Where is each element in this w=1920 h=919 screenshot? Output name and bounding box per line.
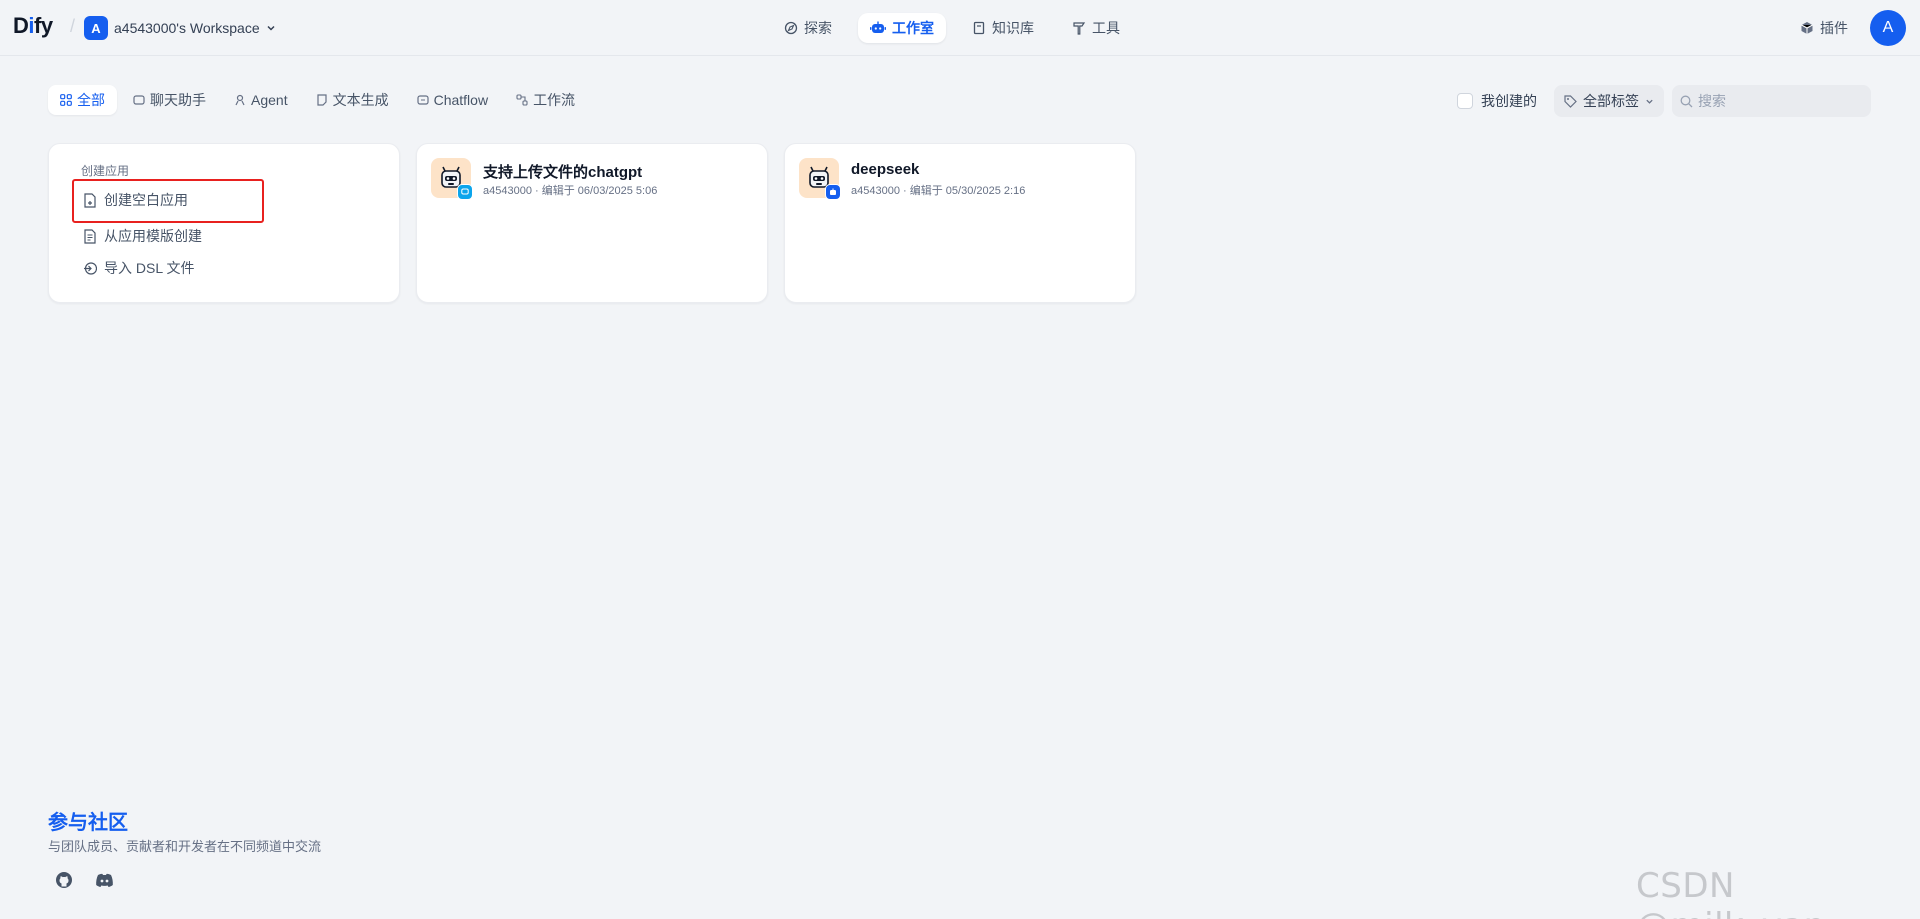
chat-badge-icon — [457, 184, 473, 200]
book-icon — [973, 21, 985, 35]
logo-text-d: D — [13, 13, 29, 38]
workspace-switcher[interactable]: A a4543000's Workspace — [84, 16, 276, 40]
tab-all-label: 全部 — [77, 92, 105, 108]
user-avatar[interactable]: A — [1870, 10, 1906, 46]
tab-agent[interactable]: Agent — [222, 85, 300, 115]
create-from-template-button[interactable]: 从应用模版创建 — [73, 222, 212, 250]
file-plus-icon — [84, 192, 96, 208]
grid-icon — [60, 94, 72, 106]
app-name: deepseek — [851, 161, 920, 178]
tab-text-generation-label: 文本生成 — [332, 92, 389, 108]
chatflow-icon — [416, 95, 429, 105]
nav-studio[interactable]: 工作室 — [858, 13, 946, 43]
chat-icon — [133, 95, 145, 105]
community-title: 参与社区 — [48, 812, 128, 834]
tag-icon — [1564, 94, 1577, 108]
nav-knowledge-label: 知识库 — [992, 20, 1034, 36]
search-icon — [1680, 95, 1693, 107]
tab-all[interactable]: 全部 — [48, 85, 117, 115]
app-meta: a4543000 · 编辑于 06/03/2025 5:06 — [483, 185, 658, 197]
dify-logo[interactable]: Dify — [13, 13, 53, 39]
top-header: Dify / A a4543000's Workspace 探索 工作室 知识库… — [0, 0, 1920, 56]
watermark: CSDN @milk_yan — [1636, 866, 1825, 919]
nav-knowledge[interactable]: 知识库 — [960, 13, 1046, 43]
create-app-card: 创建应用 创建空白应用 从应用模版创建 导入 DSL 文件 — [48, 143, 400, 303]
workflow-icon — [516, 94, 528, 106]
app-card[interactable]: 支持上传文件的chatgpt a4543000 · 编辑于 06/03/2025… — [416, 143, 768, 303]
chevron-down-icon — [1646, 99, 1653, 104]
robot-emoji-icon — [431, 158, 473, 200]
create-blank-app-button[interactable]: 创建空白应用 — [73, 186, 198, 214]
import-icon — [84, 261, 97, 275]
app-author: a4543000 — [851, 185, 900, 197]
plugins-label: 插件 — [1820, 20, 1848, 36]
tag-filter-dropdown[interactable]: 全部标签 — [1554, 85, 1664, 117]
app-type-tabs: 全部 聊天助手 Agent 文本生成 Chatflow 工作流 — [48, 85, 587, 115]
app-edited-time: 编辑于 05/30/2025 2:16 — [909, 185, 1026, 197]
nav-studio-label: 工作室 — [892, 20, 934, 36]
create-from-template-label: 从应用模版创建 — [104, 228, 202, 244]
robot-icon — [870, 21, 886, 33]
breadcrumb-separator: / — [70, 16, 76, 36]
header-divider — [0, 55, 1920, 56]
hammer-icon — [1073, 22, 1086, 35]
tab-chatflow[interactable]: Chatflow — [405, 85, 500, 115]
app-meta: a4543000 · 编辑于 05/30/2025 2:16 — [851, 185, 1026, 197]
template-icon — [84, 228, 96, 244]
agent-icon — [235, 94, 245, 106]
plugins-button[interactable]: 插件 — [1800, 18, 1848, 38]
tab-text-generation[interactable]: 文本生成 — [304, 85, 401, 115]
search-box — [1672, 85, 1871, 117]
github-icon[interactable] — [50, 868, 78, 892]
create-app-title: 创建应用 — [81, 164, 130, 178]
nav-explore-label: 探索 — [804, 20, 832, 36]
created-by-me-filter[interactable]: 我创建的 — [1457, 91, 1537, 111]
cube-icon — [1801, 22, 1813, 34]
main-nav: 探索 工作室 知识库 工具 — [772, 13, 1132, 43]
agent-badge-icon — [825, 184, 841, 200]
list-filters: 我创建的 全部标签 — [1457, 85, 1871, 117]
app-edited-time: 编辑于 06/03/2025 5:06 — [541, 185, 658, 197]
community-description: 与团队成员、贡献者和开发者在不同频道中交流 — [48, 839, 322, 854]
discord-icon[interactable] — [90, 868, 118, 892]
nav-tools-label: 工具 — [1092, 20, 1120, 36]
create-blank-app-label: 创建空白应用 — [104, 192, 188, 208]
app-author: a4543000 — [483, 185, 532, 197]
robot-emoji-icon — [799, 158, 841, 200]
created-by-me-label: 我创建的 — [1481, 93, 1537, 109]
logo-text-fy: fy — [34, 13, 53, 38]
tab-chatflow-label: Chatflow — [433, 92, 489, 108]
tab-workflow[interactable]: 工作流 — [504, 85, 587, 115]
tab-chat-assistant[interactable]: 聊天助手 — [121, 85, 218, 115]
workspace-name: a4543000's Workspace — [114, 20, 260, 36]
chevron-down-icon — [267, 25, 275, 31]
text-icon — [316, 94, 327, 106]
import-dsl-button[interactable]: 导入 DSL 文件 — [73, 254, 205, 282]
import-dsl-label: 导入 DSL 文件 — [104, 260, 195, 276]
nav-explore[interactable]: 探索 — [772, 13, 844, 43]
nav-tools[interactable]: 工具 — [1060, 13, 1132, 43]
tab-agent-label: Agent — [251, 92, 288, 108]
app-name: 支持上传文件的chatgpt — [483, 164, 643, 181]
tag-filter-label: 全部标签 — [1583, 93, 1639, 109]
compass-icon — [784, 21, 798, 35]
tab-workflow-label: 工作流 — [533, 92, 576, 108]
search-input[interactable] — [1698, 93, 1858, 109]
tab-chat-assistant-label: 聊天助手 — [150, 92, 206, 108]
workspace-avatar: A — [84, 16, 108, 40]
app-card[interactable]: deepseek a4543000 · 编辑于 05/30/2025 2:16 — [784, 143, 1136, 303]
created-by-me-checkbox[interactable] — [1457, 93, 1473, 109]
